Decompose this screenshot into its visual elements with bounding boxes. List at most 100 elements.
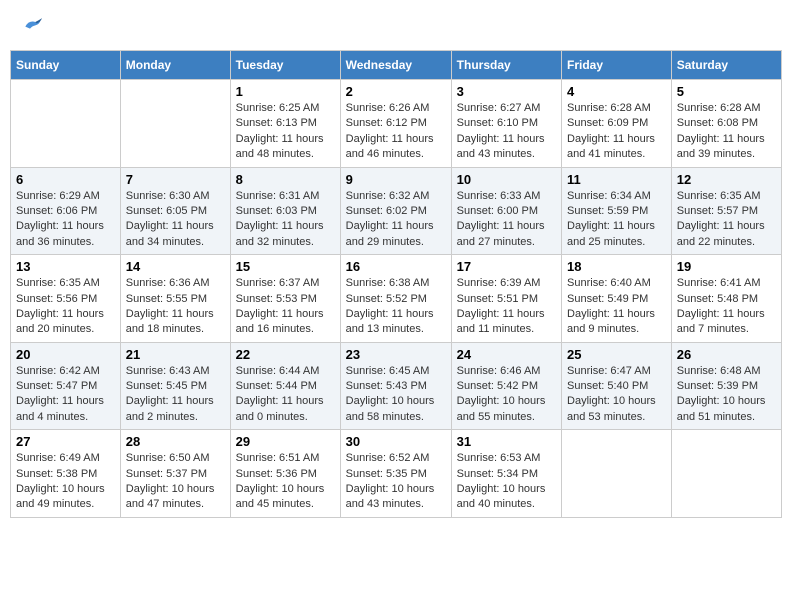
calendar-day-cell: [120, 80, 230, 168]
day-info: Sunrise: 6:34 AM Sunset: 5:59 PM Dayligh…: [567, 189, 666, 251]
calendar-day-cell: 29 Sunrise: 6:51 AM Sunset: 5:36 PM Dayli…: [230, 430, 340, 518]
day-info: Sunrise: 6:40 AM Sunset: 5:49 PM Dayligh…: [567, 276, 666, 338]
day-number: 4: [567, 84, 666, 99]
day-number: 19: [677, 259, 776, 274]
day-number: 22: [236, 347, 335, 362]
calendar-day-cell: 19 Sunrise: 6:41 AM Sunset: 5:48 PM Dayli…: [671, 255, 781, 343]
day-info: Sunrise: 6:29 AM Sunset: 6:06 PM Dayligh…: [16, 189, 115, 251]
weekday-header: Friday: [562, 51, 672, 80]
day-info: Sunrise: 6:25 AM Sunset: 6:13 PM Dayligh…: [236, 101, 335, 163]
calendar-day-cell: 13 Sunrise: 6:35 AM Sunset: 5:56 PM Dayli…: [11, 255, 121, 343]
day-number: 25: [567, 347, 666, 362]
calendar-day-cell: 23Sunrise: 6:45 AM Sunset: 5:43 PM Dayli…: [340, 342, 451, 430]
calendar-day-cell: 8 Sunrise: 6:31 AM Sunset: 6:03 PM Daylig…: [230, 167, 340, 255]
calendar-day-cell: 6 Sunrise: 6:29 AM Sunset: 6:06 PM Daylig…: [11, 167, 121, 255]
day-info: Sunrise: 6:53 AM Sunset: 5:34 PM Dayligh…: [457, 451, 556, 513]
calendar-day-cell: 31 Sunrise: 6:53 AM Sunset: 5:34 PM Dayli…: [451, 430, 561, 518]
calendar-day-cell: 21 Sunrise: 6:43 AM Sunset: 5:45 PM Dayli…: [120, 342, 230, 430]
day-info: Sunrise: 6:37 AM Sunset: 5:53 PM Dayligh…: [236, 276, 335, 338]
calendar-day-cell: 7 Sunrise: 6:30 AM Sunset: 6:05 PM Daylig…: [120, 167, 230, 255]
calendar-day-cell: 5Sunrise: 6:28 AM Sunset: 6:08 PM Daylig…: [671, 80, 781, 168]
calendar-day-cell: 1 Sunrise: 6:25 AM Sunset: 6:13 PM Daylig…: [230, 80, 340, 168]
calendar-day-cell: 9Sunrise: 6:32 AM Sunset: 6:02 PM Daylig…: [340, 167, 451, 255]
logo: [20, 15, 42, 35]
day-number: 29: [236, 434, 335, 449]
calendar-day-cell: 4 Sunrise: 6:28 AM Sunset: 6:09 PM Daylig…: [562, 80, 672, 168]
day-number: 17: [457, 259, 556, 274]
day-info: Sunrise: 6:42 AM Sunset: 5:47 PM Dayligh…: [16, 364, 115, 426]
calendar-day-cell: 30 Sunrise: 6:52 AM Sunset: 5:35 PM Dayli…: [340, 430, 451, 518]
day-number: 11: [567, 172, 666, 187]
day-info: Sunrise: 6:26 AM Sunset: 6:12 PM Dayligh…: [346, 101, 446, 163]
day-number: 2: [346, 84, 446, 99]
calendar-day-cell: 14 Sunrise: 6:36 AM Sunset: 5:55 PM Dayli…: [120, 255, 230, 343]
day-info: Sunrise: 6:46 AM Sunset: 5:42 PM Dayligh…: [457, 364, 556, 426]
day-number: 20: [16, 347, 115, 362]
day-info: Sunrise: 6:35 AM Sunset: 5:56 PM Dayligh…: [16, 276, 115, 338]
weekday-header: Tuesday: [230, 51, 340, 80]
day-info: Sunrise: 6:52 AM Sunset: 5:35 PM Dayligh…: [346, 451, 446, 513]
day-info: Sunrise: 6:48 AM Sunset: 5:39 PM Dayligh…: [677, 364, 776, 426]
day-number: 8: [236, 172, 335, 187]
day-number: 31: [457, 434, 556, 449]
calendar-day-cell: 16Sunrise: 6:38 AM Sunset: 5:52 PM Dayli…: [340, 255, 451, 343]
weekday-header: Monday: [120, 51, 230, 80]
calendar-day-cell: 12 Sunrise: 6:35 AM Sunset: 5:57 PM Dayli…: [671, 167, 781, 255]
day-info: Sunrise: 6:28 AM Sunset: 6:08 PM Dayligh…: [677, 101, 776, 163]
day-info: Sunrise: 6:35 AM Sunset: 5:57 PM Dayligh…: [677, 189, 776, 251]
calendar-day-cell: [11, 80, 121, 168]
day-info: Sunrise: 6:43 AM Sunset: 5:45 PM Dayligh…: [126, 364, 225, 426]
calendar-day-cell: 25 Sunrise: 6:47 AM Sunset: 5:40 PM Dayli…: [562, 342, 672, 430]
day-number: 23: [346, 347, 446, 362]
day-number: 27: [16, 434, 115, 449]
calendar-header-row: SundayMondayTuesdayWednesdayThursdayFrid…: [11, 51, 782, 80]
day-info: Sunrise: 6:28 AM Sunset: 6:09 PM Dayligh…: [567, 101, 666, 163]
day-number: 30: [346, 434, 446, 449]
day-info: Sunrise: 6:36 AM Sunset: 5:55 PM Dayligh…: [126, 276, 225, 338]
calendar-day-cell: 22 Sunrise: 6:44 AM Sunset: 5:44 PM Dayli…: [230, 342, 340, 430]
calendar-day-cell: 26Sunrise: 6:48 AM Sunset: 5:39 PM Dayli…: [671, 342, 781, 430]
day-number: 24: [457, 347, 556, 362]
day-info: Sunrise: 6:30 AM Sunset: 6:05 PM Dayligh…: [126, 189, 225, 251]
day-number: 1: [236, 84, 335, 99]
day-info: Sunrise: 6:51 AM Sunset: 5:36 PM Dayligh…: [236, 451, 335, 513]
calendar-day-cell: 24 Sunrise: 6:46 AM Sunset: 5:42 PM Dayli…: [451, 342, 561, 430]
calendar-day-cell: 18Sunrise: 6:40 AM Sunset: 5:49 PM Dayli…: [562, 255, 672, 343]
day-info: Sunrise: 6:33 AM Sunset: 6:00 PM Dayligh…: [457, 189, 556, 251]
weekday-header: Sunday: [11, 51, 121, 80]
day-info: Sunrise: 6:44 AM Sunset: 5:44 PM Dayligh…: [236, 364, 335, 426]
day-info: Sunrise: 6:31 AM Sunset: 6:03 PM Dayligh…: [236, 189, 335, 251]
day-info: Sunrise: 6:49 AM Sunset: 5:38 PM Dayligh…: [16, 451, 115, 513]
calendar-week-row: 13 Sunrise: 6:35 AM Sunset: 5:56 PM Dayli…: [11, 255, 782, 343]
calendar-day-cell: 20 Sunrise: 6:42 AM Sunset: 5:47 PM Dayli…: [11, 342, 121, 430]
day-number: 12: [677, 172, 776, 187]
day-info: Sunrise: 6:47 AM Sunset: 5:40 PM Dayligh…: [567, 364, 666, 426]
day-number: 14: [126, 259, 225, 274]
day-number: 3: [457, 84, 556, 99]
day-number: 13: [16, 259, 115, 274]
day-info: Sunrise: 6:50 AM Sunset: 5:37 PM Dayligh…: [126, 451, 225, 513]
calendar-day-cell: 3 Sunrise: 6:27 AM Sunset: 6:10 PM Daylig…: [451, 80, 561, 168]
day-info: Sunrise: 6:27 AM Sunset: 6:10 PM Dayligh…: [457, 101, 556, 163]
day-number: 15: [236, 259, 335, 274]
calendar-day-cell: [671, 430, 781, 518]
calendar-table: SundayMondayTuesdayWednesdayThursdayFrid…: [10, 50, 782, 518]
day-number: 21: [126, 347, 225, 362]
calendar-day-cell: 10Sunrise: 6:33 AM Sunset: 6:00 PM Dayli…: [451, 167, 561, 255]
day-info: Sunrise: 6:38 AM Sunset: 5:52 PM Dayligh…: [346, 276, 446, 338]
day-number: 7: [126, 172, 225, 187]
calendar-day-cell: 2 Sunrise: 6:26 AM Sunset: 6:12 PM Daylig…: [340, 80, 451, 168]
weekday-header: Wednesday: [340, 51, 451, 80]
logo-bird-icon: [22, 15, 42, 35]
calendar-day-cell: 28 Sunrise: 6:50 AM Sunset: 5:37 PM Dayli…: [120, 430, 230, 518]
calendar-day-cell: 15 Sunrise: 6:37 AM Sunset: 5:53 PM Dayli…: [230, 255, 340, 343]
calendar-week-row: 20 Sunrise: 6:42 AM Sunset: 5:47 PM Dayli…: [11, 342, 782, 430]
day-number: 6: [16, 172, 115, 187]
calendar-week-row: 27 Sunrise: 6:49 AM Sunset: 5:38 PM Dayli…: [11, 430, 782, 518]
day-info: Sunrise: 6:41 AM Sunset: 5:48 PM Dayligh…: [677, 276, 776, 338]
day-number: 9: [346, 172, 446, 187]
calendar-day-cell: [562, 430, 672, 518]
weekday-header: Thursday: [451, 51, 561, 80]
day-number: 28: [126, 434, 225, 449]
calendar-day-cell: 27 Sunrise: 6:49 AM Sunset: 5:38 PM Dayli…: [11, 430, 121, 518]
